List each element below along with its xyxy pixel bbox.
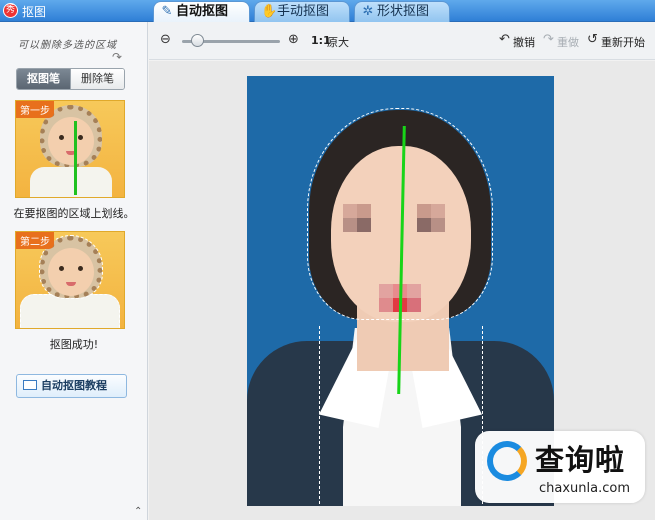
original-size-label[interactable]: 原大 [327,34,349,50]
curved-arrow-icon: ↷ [112,50,123,64]
undo-icon[interactable]: ↶ [499,32,510,47]
brush-mode-toggle: 抠图笔 删除笔 [16,68,125,90]
step1-caption: 在要抠图的区域上划线。 [13,207,135,220]
tab-shape-cutout[interactable]: ✲ 形状抠图 [354,1,450,23]
step1-illustration: 第一步 [15,100,125,198]
redo-icon[interactable]: ↷ [543,32,554,47]
toolbar: ⊖ ⊕ 1:1 原大 ↶ 撤销 ↷ 重做 ↺ 重新开始 [149,22,655,60]
restart-button[interactable]: 重新开始 [601,34,645,50]
baby-face [48,117,94,165]
gear-shape-icon: ✲ [362,4,374,19]
tab-shape-cutout-label: 形状抠图 [377,4,430,19]
eraser-pen-button[interactable]: 删除笔 [70,69,124,89]
redo-button[interactable]: 重做 [557,34,579,50]
watermark-url: chaxunla.com [539,481,630,496]
baby-eye-left [59,135,64,140]
baby-eye-right [78,266,83,271]
reset-icon[interactable]: ↺ [587,32,598,47]
brush-icon: ✎ [161,4,173,19]
auto-cutout-tutorial-button[interactable]: 自动抠图教程 [16,374,127,398]
tab-manual-cutout[interactable]: ✋手动抠图 [254,1,350,23]
scroll-up-arrow-icon[interactable]: ⌃ [134,506,142,517]
tab-auto-cutout-label: 自动抠图 [176,4,229,19]
hand-icon: ✋ [261,4,278,19]
baby-body [30,167,112,197]
baby-face [48,248,94,296]
window-title: 抠图 [22,5,47,19]
baby-body [20,294,120,328]
zoom-slider-thumb[interactable] [190,34,204,47]
undo-button[interactable]: 撤销 [513,34,535,50]
cutout-pen-button[interactable]: 抠图笔 [17,69,70,89]
search-q-logo-icon [487,441,527,481]
baby-eye-left [59,266,64,271]
watermark-badge: 查询啦 chaxunla.com [475,431,645,503]
step1-badge: 第一步 [16,101,54,118]
tab-manual-cutout-label: 手动抠图 [277,4,330,19]
book-icon [23,380,37,390]
tutorial-button-label: 自动抠图教程 [41,379,107,392]
zoom-in-icon[interactable]: ⊕ [288,32,299,47]
app-logo-icon: 秀 [3,3,18,18]
tab-auto-cutout[interactable]: ✎ 自动抠图 [153,1,250,23]
step2-illustration: 第二步 [15,231,125,329]
baby-eye-right [78,135,83,140]
watermark-title: 查询啦 [535,443,626,477]
green-stroke-line [74,121,77,195]
eraser-hint: 可以删除多选的区域 [18,40,117,51]
step2-badge: 第二步 [16,232,54,249]
left-panel: 可以删除多选的区域 ↷ 抠图笔 删除笔 第一步 在要抠图的区域上划线。 第二步 … [0,22,148,520]
zoom-out-icon[interactable]: ⊖ [160,32,171,47]
step2-caption: 抠图成功! [49,338,99,351]
